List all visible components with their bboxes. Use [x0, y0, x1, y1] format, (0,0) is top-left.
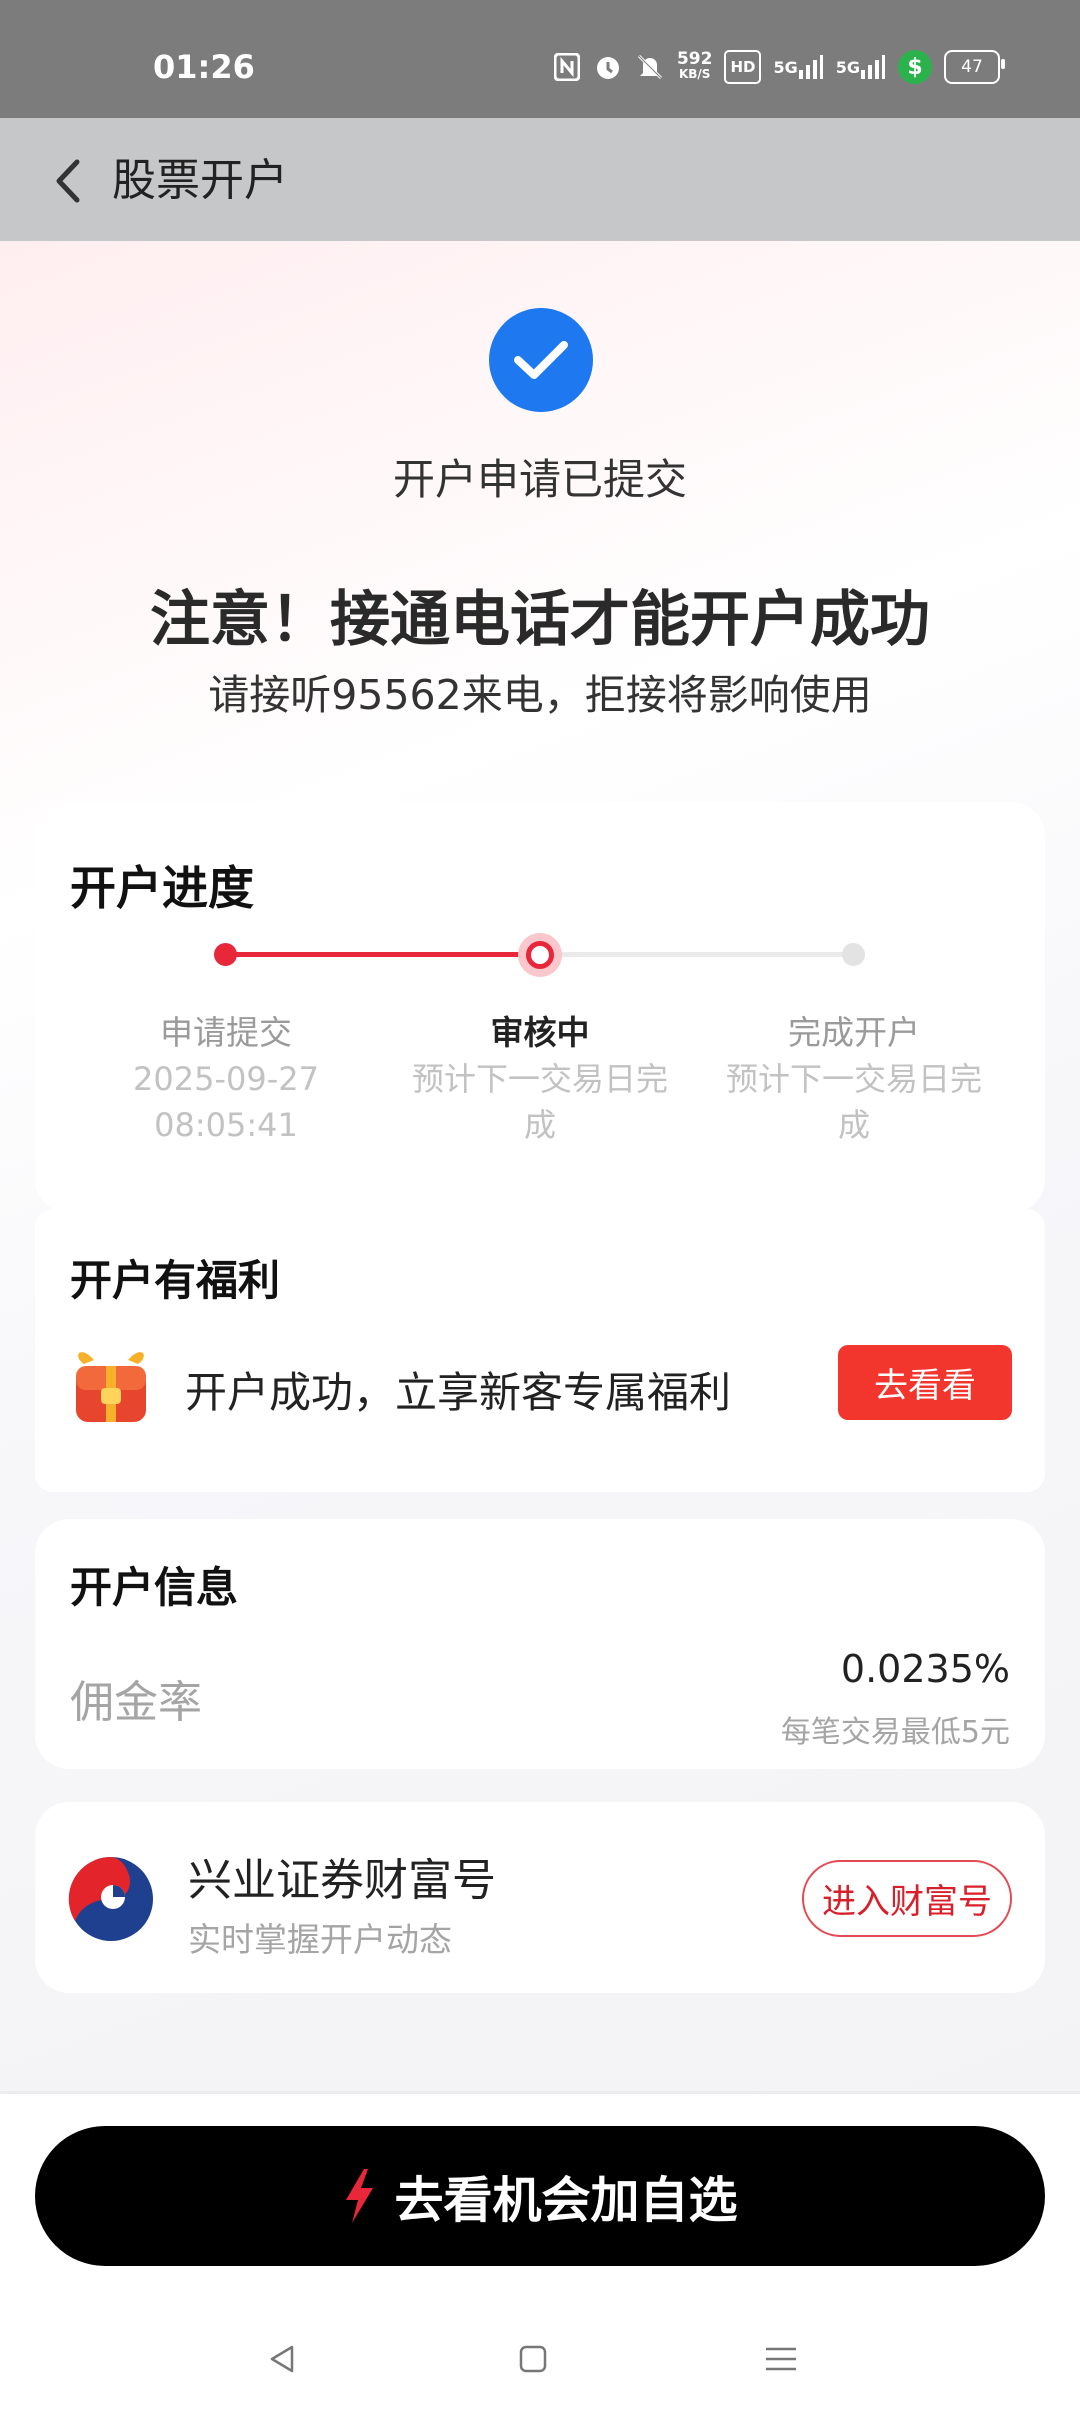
industrial-securities-logo — [67, 1855, 155, 1943]
mute-icon — [635, 50, 665, 84]
wallet-dollar-icon: $ — [898, 50, 932, 84]
chevron-left-icon — [56, 159, 80, 203]
signal-5g-icon: 5G — [836, 50, 886, 84]
progress-title: 开户进度 — [70, 861, 254, 915]
system-nav-bar — [0, 2311, 1080, 2412]
step-label: 申请提交 — [160, 1013, 292, 1052]
hd-icon: HD — [724, 50, 762, 84]
progress-track-done — [225, 952, 539, 957]
wealth-description: 实时掌握开户动态 — [188, 1920, 452, 1959]
network-speed-unit: KB/S — [678, 67, 711, 81]
bottom-bar: 去看机会加自选 — [0, 2091, 1080, 2311]
step-submitted: 申请提交 2025-09-27 08:05:41 — [76, 1010, 376, 1148]
back-triangle-icon[interactable] — [252, 2329, 312, 2389]
submission-status: 开户申请已提交 — [392, 455, 687, 504]
battery-icon: 47 — [944, 50, 1005, 84]
network-speed-value: 592 — [676, 49, 713, 69]
wealth-card: 兴业证券财富号 实时掌握开户动态 进入财富号 — [35, 1802, 1045, 1993]
wealth-name: 兴业证券财富号 — [188, 1855, 496, 1906]
main-content: 开户申请已提交 注意！接通电话才能开户成功 请接听95562来电，拒接将影响使用… — [0, 241, 1080, 2091]
signal-label: 5G — [773, 57, 798, 77]
step-estimate: 预计下一交易日完 — [411, 1060, 668, 1098]
progress-track-pending — [539, 952, 854, 957]
notice-title: 注意！接通电话才能开户成功 — [150, 585, 930, 655]
header-bar: 股票开户 — [0, 118, 1080, 241]
signal-label: 5G — [835, 57, 860, 77]
gift-icon — [70, 1342, 152, 1428]
view-benefit-button[interactable]: 去看看 — [838, 1345, 1012, 1420]
step-estimate-cont: 成 — [837, 1106, 870, 1144]
add-watchlist-button[interactable]: 去看机会加自选 — [35, 2126, 1045, 2266]
nfc-icon — [553, 50, 581, 84]
back-button[interactable] — [40, 153, 96, 209]
step-date: 2025-09-27 — [133, 1060, 319, 1098]
step-dot-done — [214, 943, 237, 966]
step-reviewing: 审核中 预计下一交易日完 成 — [390, 1010, 690, 1148]
status-time: 01:26 — [153, 48, 255, 86]
signal-5g-icon: 5G — [773, 50, 823, 84]
commission-note: 每笔交易最低5元 — [780, 1715, 1010, 1750]
alarm-icon — [593, 50, 623, 84]
status-icons: 592 KB/S HD 5G 5G $ 47 — [553, 50, 1005, 84]
step-label: 审核中 — [490, 1013, 590, 1052]
commission-value: 0.0235% — [840, 1647, 1010, 1691]
step-complete: 完成开户 预计下一交易日完 成 — [704, 1010, 1004, 1148]
step-estimate: 预计下一交易日完 — [725, 1060, 982, 1098]
notice-subtitle: 请接听95562来电，拒接将影响使用 — [208, 671, 872, 719]
enter-wealth-button[interactable]: 进入财富号 — [802, 1860, 1012, 1937]
home-square-icon[interactable] — [503, 2329, 563, 2389]
account-info-card: 开户信息 佣金率 0.0235% 每笔交易最低5元 — [35, 1519, 1045, 1769]
page-title: 股票开户 — [112, 155, 288, 206]
checkmark-icon — [489, 308, 593, 412]
add-watchlist-label: 去看机会加自选 — [394, 2171, 738, 2229]
status-bar: 01:26 592 KB/S HD 5G 5G $ 47 — [0, 0, 1080, 118]
menu-lines-icon[interactable] — [751, 2329, 811, 2389]
network-speed: 592 KB/S — [677, 50, 713, 84]
lightning-icon — [346, 2169, 374, 2223]
account-info-title: 开户信息 — [70, 1563, 239, 1612]
step-label: 完成开户 — [788, 1013, 920, 1052]
progress-card: 开户进度 申请提交 2025-09-27 08:05:41 审核中 预计下一交易… — [35, 802, 1045, 1213]
benefit-title: 开户有福利 — [70, 1256, 281, 1305]
step-dot-pending — [842, 943, 865, 966]
commission-label: 佣金率 — [70, 1677, 202, 1728]
benefit-text: 开户成功，立享新客专属福利 — [185, 1368, 732, 1417]
step-time: 08:05:41 — [154, 1106, 298, 1144]
benefit-card: 开户有福利 开户成功，立享新客专属福利 去看看 — [35, 1209, 1045, 1492]
step-dot-active-ring — [526, 941, 554, 969]
step-estimate-cont: 成 — [523, 1106, 556, 1144]
